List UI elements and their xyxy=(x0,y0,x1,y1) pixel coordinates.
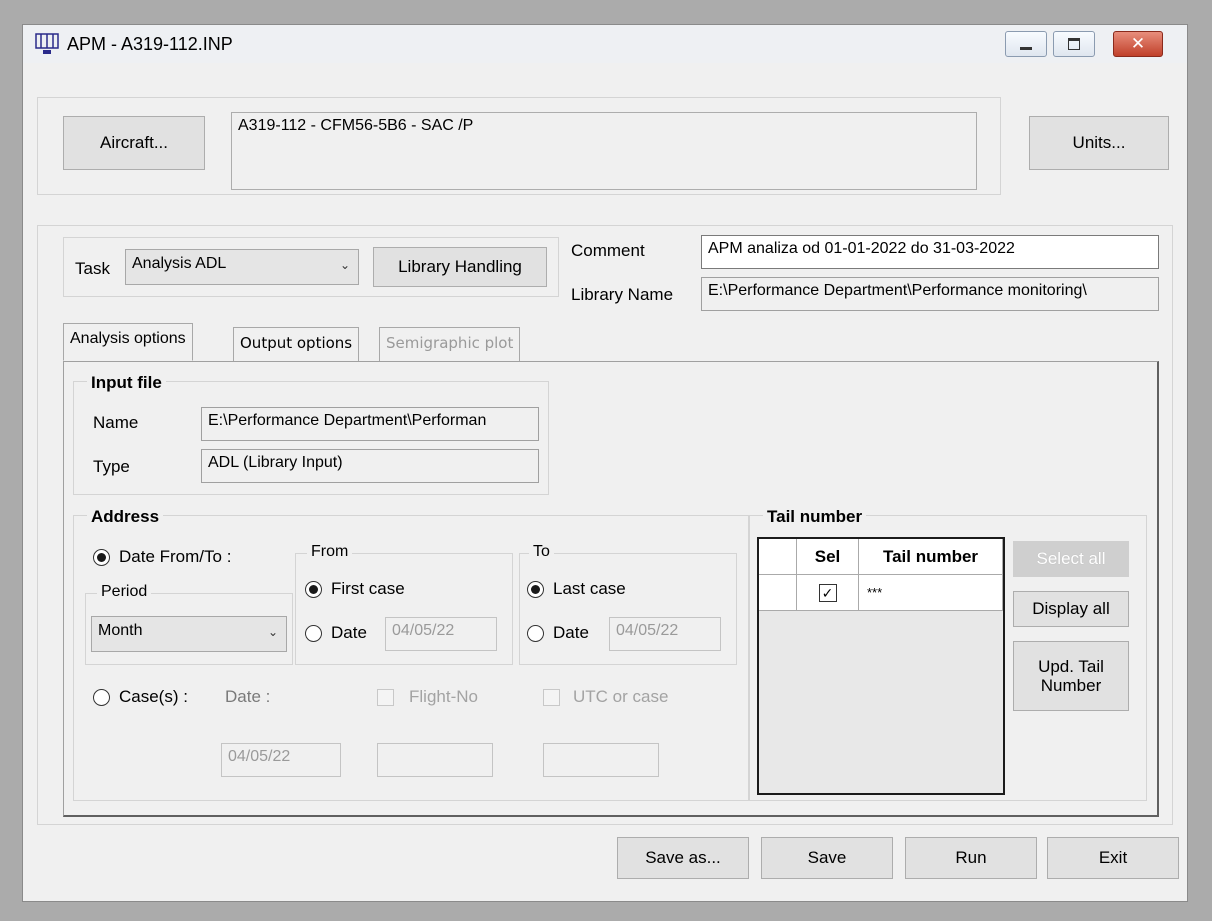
task-selected-value: Analysis ADL xyxy=(132,255,227,272)
input-name-field: E:\Performance Department\Performan xyxy=(201,407,539,441)
to-date-field[interactable]: 04/05/22 xyxy=(609,617,721,651)
units-button[interactable]: Units... xyxy=(1029,116,1169,170)
checkbox-checked-icon[interactable]: ✓ xyxy=(818,583,837,602)
upd-tail-line-2: Number xyxy=(1040,676,1102,695)
cases-date-field[interactable]: 04/05/22 xyxy=(221,743,341,777)
window-title: APM - A319-112.INP xyxy=(67,34,233,54)
from-date-label: Date xyxy=(331,623,367,642)
maximize-button[interactable] xyxy=(1053,31,1095,57)
run-button[interactable]: Run xyxy=(905,837,1037,879)
grid-header: Sel Tail number xyxy=(759,539,1003,575)
from-date-radio[interactable] xyxy=(305,625,322,642)
title-bar: APM - A319-112.INP ✕ xyxy=(23,25,1187,63)
close-icon: ✕ xyxy=(1130,34,1146,53)
aircraft-description: A319-112 - CFM56-5B6 - SAC /P xyxy=(231,112,977,190)
minimize-icon xyxy=(1020,46,1032,50)
cases-radio[interactable] xyxy=(93,689,110,706)
upd-tail-line-1: Upd. Tail xyxy=(1038,657,1104,676)
row-tail-cell[interactable]: *** xyxy=(859,575,1003,611)
input-type-label: Type xyxy=(93,457,130,476)
input-file-title: Input file xyxy=(87,373,166,393)
utc-checkbox[interactable] xyxy=(543,689,560,706)
library-handling-button[interactable]: Library Handling xyxy=(373,247,547,287)
first-case-label: First case xyxy=(331,579,405,598)
to-date-radio[interactable] xyxy=(527,625,544,642)
utc-label: UTC or case xyxy=(573,687,669,706)
maximize-icon xyxy=(1068,38,1080,50)
grid-col-sel: Sel xyxy=(797,539,859,575)
aircraft-button[interactable]: Aircraft... xyxy=(63,116,205,170)
grid-col-tail: Tail number xyxy=(859,539,1003,575)
select-all-button[interactable]: Select all xyxy=(1013,541,1129,577)
comment-input[interactable]: APM analiza od 01-01-2022 do 31-03-2022 xyxy=(701,235,1159,269)
period-label: Period xyxy=(97,583,152,601)
task-label: Task xyxy=(75,259,110,278)
tail-number-title: Tail number xyxy=(763,507,867,527)
row-sel-cell[interactable]: ✓ xyxy=(797,575,859,611)
task-select[interactable]: Analysis ADL ⌄ xyxy=(125,249,359,285)
row-header xyxy=(759,575,797,611)
flight-no-label: Flight-No xyxy=(409,687,478,706)
tail-number-grid: Sel Tail number ✓ *** xyxy=(757,537,1005,795)
tab-analysis-options[interactable]: Analysis options xyxy=(63,323,193,361)
to-date-label: Date xyxy=(553,623,589,642)
last-case-radio[interactable] xyxy=(527,581,544,598)
tab-semigraphic-plot[interactable]: Semigraphic plot xyxy=(379,327,521,363)
save-button[interactable]: Save xyxy=(761,837,893,879)
date-from-to-label: Date From/To : xyxy=(119,547,232,566)
upd-tail-number-button[interactable]: Upd. Tail Number xyxy=(1013,641,1129,711)
library-name-label: Library Name xyxy=(571,285,674,304)
comment-label: Comment xyxy=(571,241,645,260)
from-date-field[interactable]: 04/05/22 xyxy=(385,617,497,651)
table-row[interactable]: ✓ *** xyxy=(759,575,1003,611)
minimize-button[interactable] xyxy=(1005,31,1047,57)
address-title: Address xyxy=(87,507,164,527)
cases-label: Case(s) : xyxy=(119,687,188,706)
first-case-radio[interactable] xyxy=(305,581,322,598)
display-all-button[interactable]: Display all xyxy=(1013,591,1129,627)
close-button[interactable]: ✕ xyxy=(1113,31,1163,57)
from-label: From xyxy=(307,543,353,561)
period-selected-value: Month xyxy=(98,622,143,639)
flight-no-checkbox[interactable] xyxy=(377,689,394,706)
flight-no-field[interactable] xyxy=(377,743,493,777)
input-type-field: ADL (Library Input) xyxy=(201,449,539,483)
utc-field[interactable] xyxy=(543,743,659,777)
save-as-button[interactable]: Save as... xyxy=(617,837,749,879)
cases-date-label: Date : xyxy=(225,687,271,706)
grid-header-corner xyxy=(759,539,797,575)
input-name-label: Name xyxy=(93,413,139,432)
period-select[interactable]: Month ⌄ xyxy=(91,616,287,652)
main-window: APM - A319-112.INP ✕ Aircraft... A319-11… xyxy=(22,24,1188,902)
chevron-down-icon: ⌄ xyxy=(267,625,278,639)
last-case-label: Last case xyxy=(553,579,626,598)
tab-output-options[interactable]: Output options xyxy=(233,327,360,363)
app-icon xyxy=(35,33,59,54)
date-from-to-radio[interactable] xyxy=(93,549,110,566)
exit-button[interactable]: Exit xyxy=(1047,837,1179,879)
chevron-down-icon: ⌄ xyxy=(339,258,350,272)
to-label: To xyxy=(529,543,554,561)
library-name-field: E:\Performance Department\Performance mo… xyxy=(701,277,1159,311)
